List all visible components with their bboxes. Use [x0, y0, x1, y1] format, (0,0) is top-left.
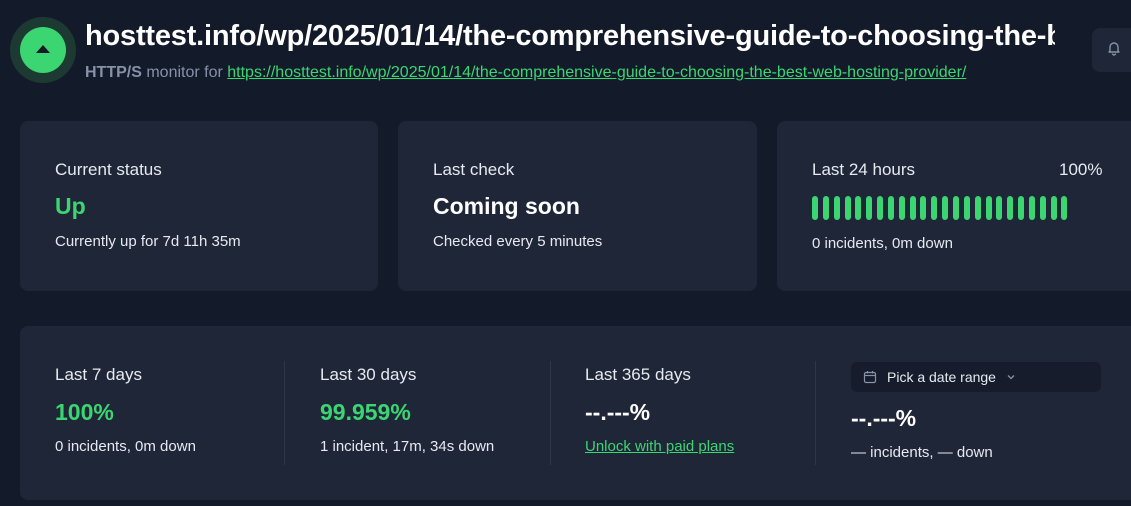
unlock-paid-plans-link[interactable]: Unlock with paid plans: [585, 438, 734, 455]
uptime-bar[interactable]: [996, 196, 1003, 220]
notification-button[interactable]: [1092, 28, 1131, 72]
uptime-bar[interactable]: [866, 196, 873, 220]
protocol-label: HTTP/S: [85, 64, 142, 81]
uptime-bars: [812, 196, 1068, 220]
monitor-for-text: monitor for: [146, 64, 223, 81]
divider: [815, 361, 816, 465]
range-365d-label: Last 365 days: [585, 365, 691, 384]
divider: [550, 361, 551, 465]
page-title: hosttest.info/wp/2025/01/14/the-comprehe…: [85, 20, 1055, 52]
uptime-bar[interactable]: [877, 196, 884, 220]
chevron-down-icon: [1006, 372, 1016, 382]
current-status-value: Up: [55, 193, 86, 219]
uptime-bar[interactable]: [974, 196, 981, 220]
uptime-bar[interactable]: [1007, 196, 1014, 220]
uptime-bar[interactable]: [952, 196, 959, 220]
uptime-bar[interactable]: [898, 196, 905, 220]
uptime-bar[interactable]: [985, 196, 992, 220]
last-24h-label: Last 24 hours: [812, 160, 916, 179]
date-range-picker-label: Pick a date range: [887, 369, 996, 385]
range-7d-detail: 0 incidents, 0m down: [55, 438, 196, 455]
uptime-bar[interactable]: [1028, 196, 1035, 220]
uptime-bar[interactable]: [844, 196, 851, 220]
current-status-detail: Currently up for 7d 11h 35m: [55, 233, 241, 250]
uptime-bar[interactable]: [812, 196, 818, 220]
divider: [284, 361, 285, 465]
range-7d-label: Last 7 days: [55, 365, 142, 384]
last-24h-detail: 0 incidents, 0m down: [812, 235, 953, 252]
bell-icon: [1106, 40, 1122, 61]
last-check-label: Last check: [433, 160, 515, 179]
status-indicator: [10, 17, 76, 83]
uptime-bar[interactable]: [1061, 196, 1068, 220]
last-check-detail: Checked every 5 minutes: [433, 233, 603, 250]
status-up-icon: [20, 27, 66, 73]
range-30d-detail: 1 incident, 17m, 34s down: [320, 438, 495, 455]
uptime-ranges-card: Last 7 days 100% 0 incidents, 0m down La…: [20, 326, 1131, 500]
custom-range-detail: — incidents, — down: [851, 444, 993, 461]
uptime-bar[interactable]: [963, 196, 970, 220]
uptime-bar[interactable]: [909, 196, 916, 220]
uptime-bar[interactable]: [942, 196, 949, 220]
monitor-subtitle: HTTP/S monitor for https://hosttest.info…: [85, 64, 1053, 82]
calendar-icon: [863, 370, 877, 384]
range-30d-value: 99.959%: [320, 399, 411, 425]
range-365d-value: --.---%: [585, 399, 651, 425]
last-24h-percent: 100%: [1059, 160, 1103, 179]
custom-range-value: --.---%: [851, 405, 917, 431]
uptime-bar[interactable]: [822, 196, 829, 220]
range-30d-label: Last 30 days: [320, 365, 417, 384]
uptime-bar[interactable]: [931, 196, 938, 220]
monitor-url-link[interactable]: https://hosttest.info/wp/2025/01/14/the-…: [227, 64, 966, 81]
last-24h-card: Last 24 hours 100% 0 incidents, 0m down: [777, 121, 1131, 291]
date-range-picker[interactable]: Pick a date range: [851, 362, 1101, 392]
last-check-card: Last check Coming soon Checked every 5 m…: [398, 121, 757, 291]
uptime-bar[interactable]: [855, 196, 862, 220]
uptime-bar[interactable]: [887, 196, 894, 220]
uptime-bar[interactable]: [920, 196, 927, 220]
uptime-bar[interactable]: [833, 196, 840, 220]
current-status-label: Current status: [55, 160, 162, 179]
uptime-bar[interactable]: [1050, 196, 1057, 220]
last-check-value: Coming soon: [433, 193, 580, 219]
range-7d-value: 100%: [55, 399, 114, 425]
uptime-bar[interactable]: [1039, 196, 1046, 220]
uptime-bar[interactable]: [1018, 196, 1025, 220]
current-status-card: Current status Up Currently up for 7d 11…: [20, 121, 378, 291]
